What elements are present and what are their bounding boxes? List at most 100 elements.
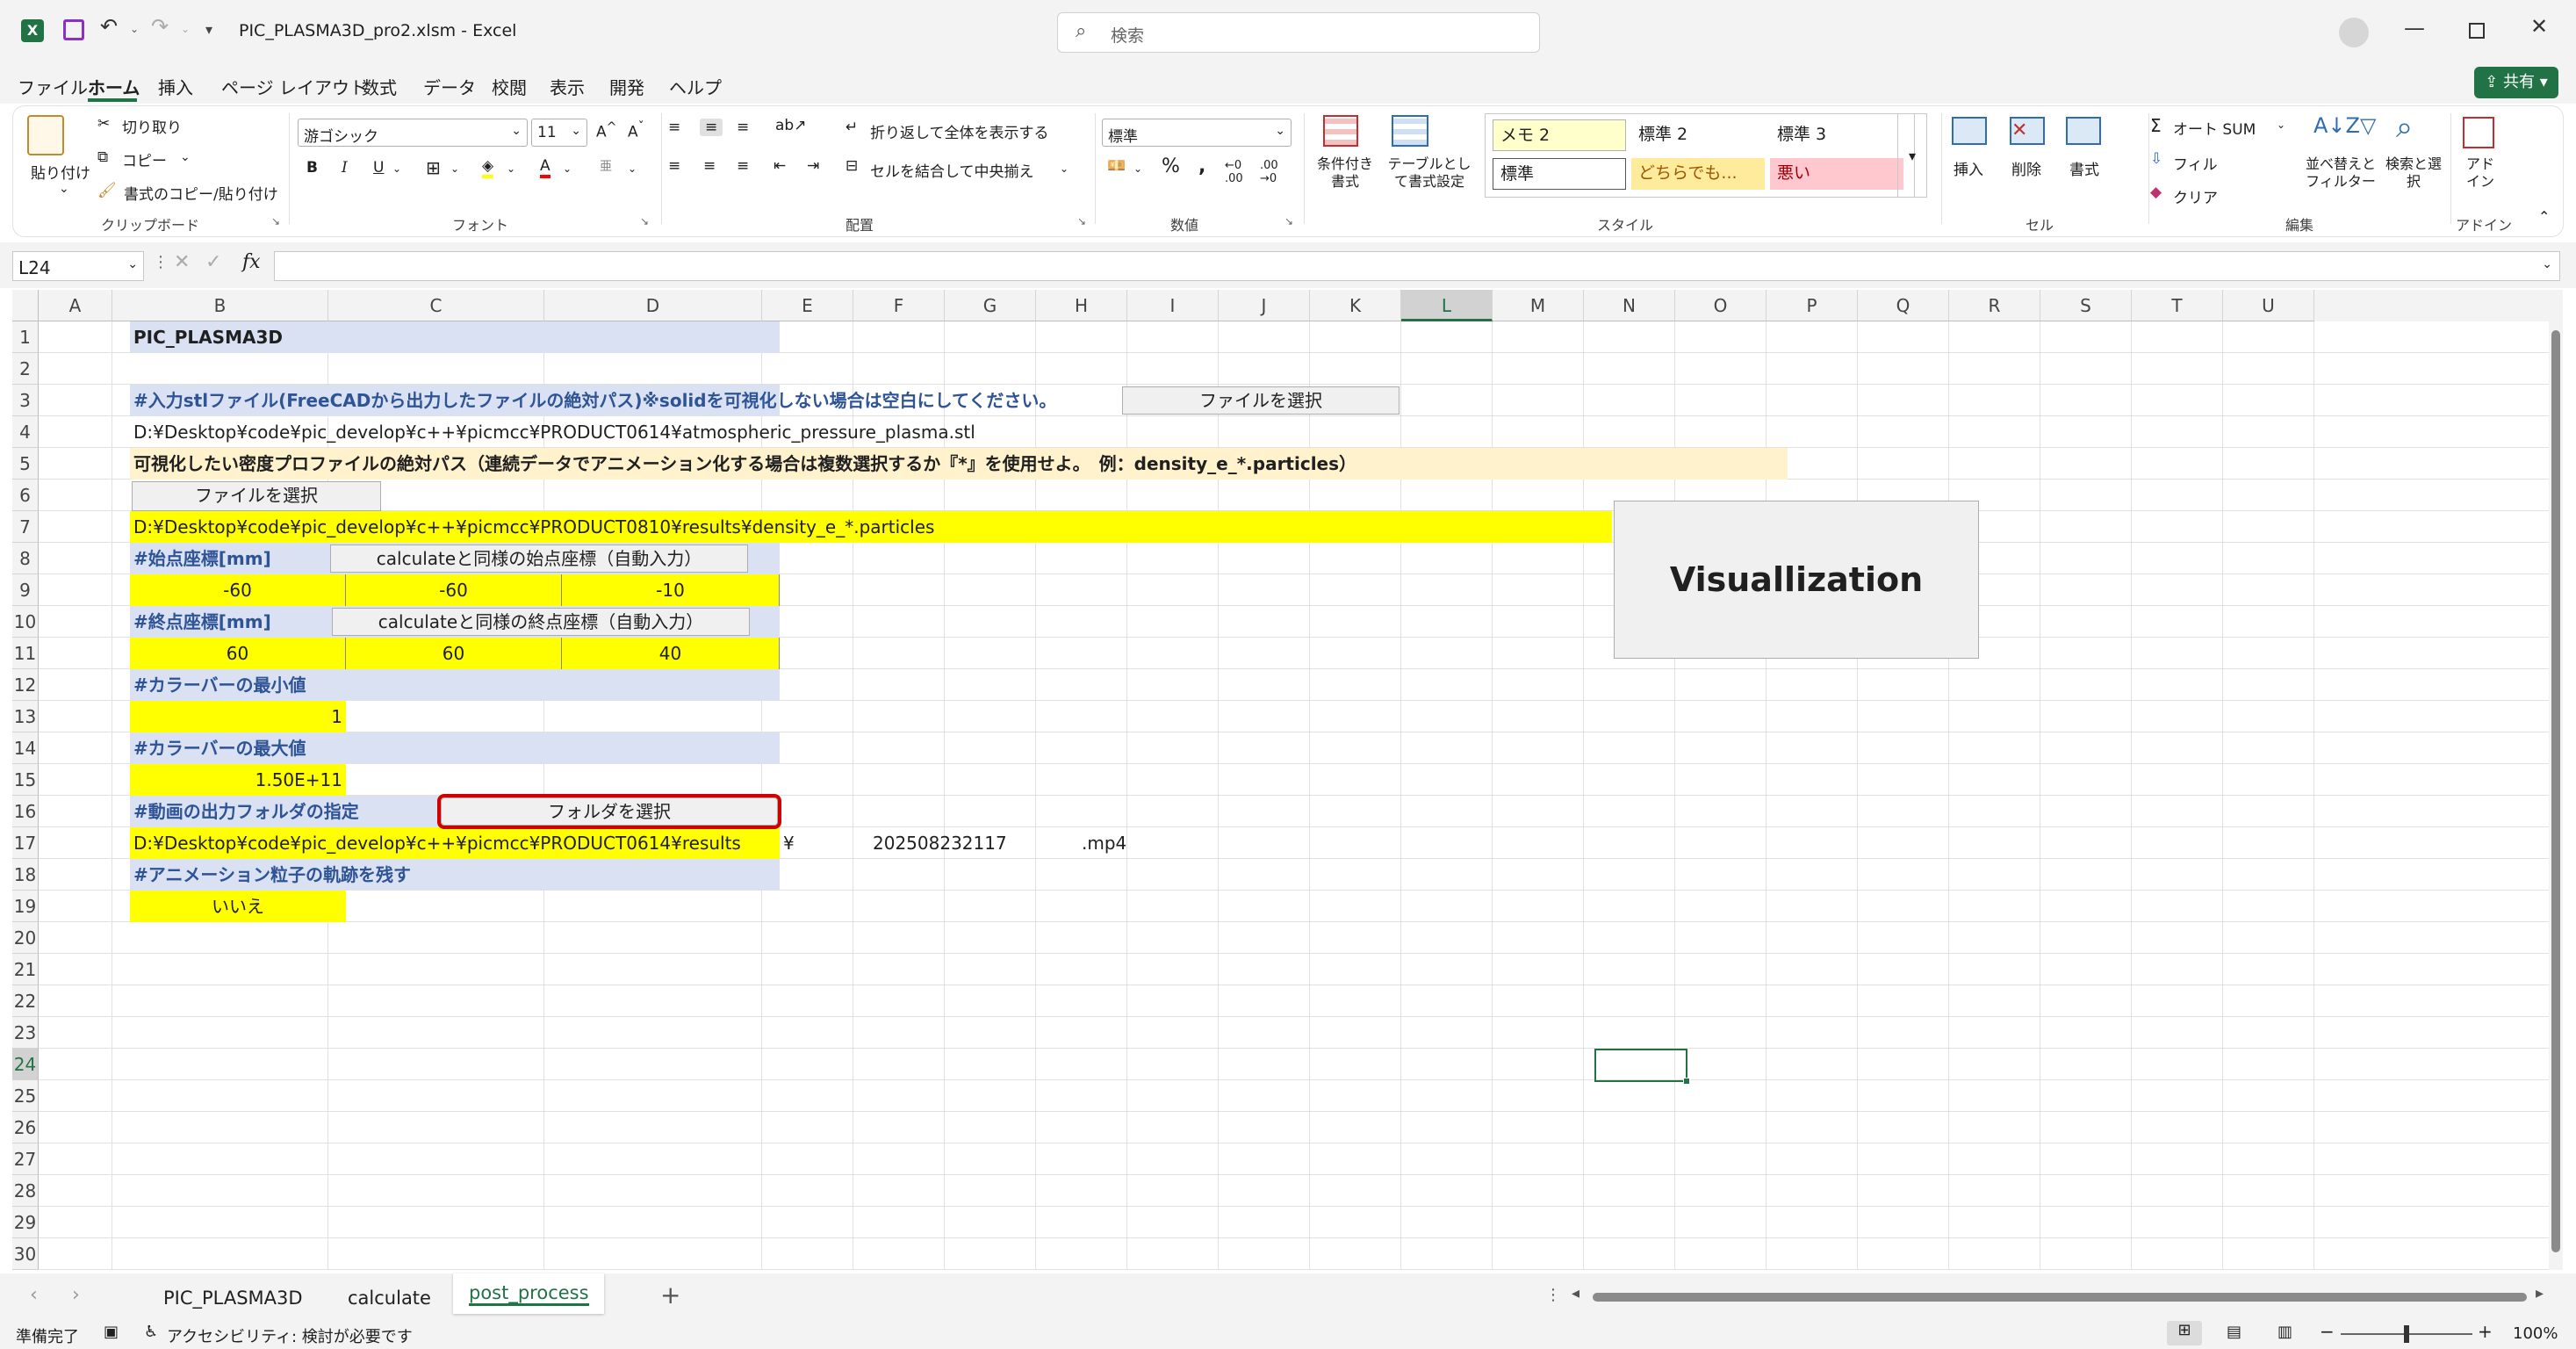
style-standard[interactable]: 標準 — [1493, 158, 1626, 190]
cell-e17[interactable]: ¥ — [783, 827, 795, 859]
close-icon[interactable]: ✕ — [2530, 14, 2548, 39]
row-header-17[interactable]: 17 — [12, 827, 39, 859]
cell-f17[interactable]: 202508232117 — [873, 827, 1007, 859]
cell-b9[interactable]: -60 — [130, 574, 346, 606]
active-cell-l24[interactable] — [1594, 1049, 1690, 1085]
column-header-s[interactable]: S — [2040, 290, 2132, 321]
row-header-9[interactable]: 9 — [12, 574, 39, 606]
sort-filter-icon[interactable]: A↓Z▽ — [2313, 113, 2376, 138]
clear-icon[interactable]: ◆ — [2150, 184, 2162, 201]
addins-icon[interactable] — [2463, 117, 2494, 148]
find-select-icon[interactable]: ⌕ — [2396, 110, 2413, 145]
row-header-28[interactable]: 28 — [12, 1175, 39, 1207]
vertical-scroll-thumb[interactable] — [2551, 330, 2560, 1252]
cut-button[interactable]: 切り取り — [122, 115, 182, 137]
expand-formula-icon[interactable]: ⌄ — [2542, 257, 2552, 271]
zoom-slider[interactable] — [2341, 1325, 2472, 1343]
font-launcher-icon[interactable]: ↘ — [640, 215, 649, 227]
row-header-10[interactable]: 10 — [12, 606, 39, 638]
fill-color-icon[interactable]: ◈ — [482, 157, 494, 178]
format-painter-button[interactable]: 書式のコピー/貼り付け — [124, 182, 278, 204]
save-icon[interactable] — [63, 19, 84, 40]
zoom-slider-thumb[interactable] — [2404, 1325, 2409, 1343]
cell-b12[interactable]: #カラーバーの最小値 — [130, 669, 780, 701]
column-header-k[interactable]: K — [1310, 290, 1401, 321]
format-painter-icon[interactable]: 🖌 — [97, 182, 117, 199]
column-header-f[interactable]: F — [853, 290, 945, 321]
alignment-launcher-icon[interactable]: ↘ — [1077, 215, 1086, 227]
align-left-icon[interactable]: ≡ — [668, 157, 680, 175]
fill-button[interactable]: フィル — [2173, 152, 2218, 174]
zoom-out-icon[interactable]: − — [2320, 1321, 2335, 1342]
borders-icon[interactable]: ⊞ — [426, 157, 441, 178]
style-memo2[interactable]: メモ 2 — [1493, 119, 1626, 151]
underline-icon[interactable]: U — [373, 159, 384, 177]
undo-dropdown-icon[interactable]: ⌄ — [130, 23, 139, 35]
row-header-11[interactable]: 11 — [12, 638, 39, 669]
row-header-12[interactable]: 12 — [12, 669, 39, 701]
row-header-18[interactable]: 18 — [12, 859, 39, 891]
fill-color-dropdown-icon[interactable]: ⌄ — [507, 162, 515, 175]
bold-icon[interactable]: B — [306, 159, 318, 177]
confirm-entry-icon[interactable]: ✓ — [205, 251, 221, 273]
column-header-t[interactable]: T — [2132, 290, 2223, 321]
italic-icon[interactable]: I — [342, 159, 348, 177]
search-box[interactable]: ⌕ 検索 — [1057, 12, 1540, 53]
insert-cells-button[interactable]: 挿入 — [1954, 157, 1983, 179]
conditional-format-button[interactable]: 条件付き書式 — [1314, 155, 1376, 191]
page-break-view-icon[interactable]: ▥ — [2277, 1323, 2292, 1341]
zoom-in-icon[interactable]: + — [2478, 1321, 2493, 1342]
autosum-dropdown-icon[interactable]: ⌄ — [2277, 119, 2285, 131]
row-header-24[interactable]: 24 — [12, 1049, 39, 1080]
page-layout-view-icon[interactable]: ▤ — [2227, 1323, 2241, 1341]
autosum-button[interactable]: オート SUM — [2173, 117, 2256, 139]
find-select-button[interactable]: 検索と選択 — [2385, 155, 2442, 191]
normal-view-icon[interactable]: ⊞ — [2167, 1321, 2202, 1345]
cell-d11[interactable]: 40 — [562, 638, 780, 669]
cell-d9[interactable]: -10 — [562, 574, 780, 606]
copy-dropdown-icon[interactable]: ⌄ — [180, 150, 191, 164]
copy-button[interactable]: コピー — [122, 148, 167, 170]
row-header-14[interactable]: 14 — [12, 732, 39, 764]
accounting-dropdown-icon[interactable]: ⌄ — [1133, 162, 1142, 175]
font-size-select[interactable]: 11 ⌄ — [531, 119, 587, 147]
column-header-n[interactable]: N — [1584, 290, 1675, 321]
cell-b13[interactable]: 1 — [130, 701, 346, 732]
accessibility-status[interactable]: アクセシビリティ: 検討が必要です — [167, 1324, 413, 1347]
cell-b19[interactable]: いいえ — [130, 891, 346, 922]
account-avatar[interactable] — [2339, 18, 2369, 47]
cell-b15[interactable]: 1.50E+11 — [130, 764, 346, 796]
name-box[interactable]: L24 ⌄ — [12, 251, 144, 281]
more-icon[interactable]: ⋮ — [153, 253, 169, 271]
number-launcher-icon[interactable]: ↘ — [1284, 215, 1293, 227]
cell-b14[interactable]: #カラーバーの最大値 — [130, 732, 780, 764]
sort-filter-button[interactable]: 並べ替えとフィルター — [2301, 155, 2380, 191]
tab-formulas[interactable]: 数式 — [362, 74, 397, 99]
conditional-format-icon[interactable] — [1323, 115, 1358, 147]
auto-start-coords-button[interactable]: calculateと同様の始点座標（自動入力） — [330, 545, 748, 573]
column-header-g[interactable]: G — [945, 290, 1036, 321]
tab-data[interactable]: データ — [423, 74, 476, 99]
align-right-icon[interactable]: ≡ — [737, 157, 749, 175]
increase-font-icon[interactable]: A^ — [596, 120, 617, 141]
row-header-6[interactable]: 6 — [12, 480, 39, 511]
align-center-icon[interactable]: ≡ — [703, 157, 716, 175]
paste-icon[interactable] — [27, 115, 64, 155]
row-header-25[interactable]: 25 — [12, 1080, 39, 1112]
align-bottom-icon[interactable]: ≡ — [737, 119, 749, 136]
copy-icon[interactable]: ⧉ — [97, 148, 108, 166]
number-format-select[interactable]: 標準 ⌄ — [1102, 119, 1292, 147]
row-header-1[interactable]: 1 — [12, 321, 39, 353]
select-density-file-button[interactable]: ファイルを選択 — [132, 481, 381, 511]
cell-b17[interactable]: D:¥Desktop¥code¥pic_develop¥c++¥picmcc¥P… — [130, 827, 780, 859]
column-header-d[interactable]: D — [544, 290, 762, 321]
row-header-26[interactable]: 26 — [12, 1112, 39, 1143]
next-sheet-icon[interactable]: › — [72, 1284, 80, 1306]
row-header-3[interactable]: 3 — [12, 385, 39, 416]
formula-input[interactable]: ⌄ — [274, 251, 2560, 281]
column-header-p[interactable]: P — [1767, 290, 1858, 321]
phonetic-dropdown-icon[interactable]: ⌄ — [628, 162, 637, 175]
macro-record-icon[interactable]: ▣ — [104, 1323, 119, 1341]
row-header-7[interactable]: 7 — [12, 511, 39, 543]
cell-b11[interactable]: 60 — [130, 638, 346, 669]
